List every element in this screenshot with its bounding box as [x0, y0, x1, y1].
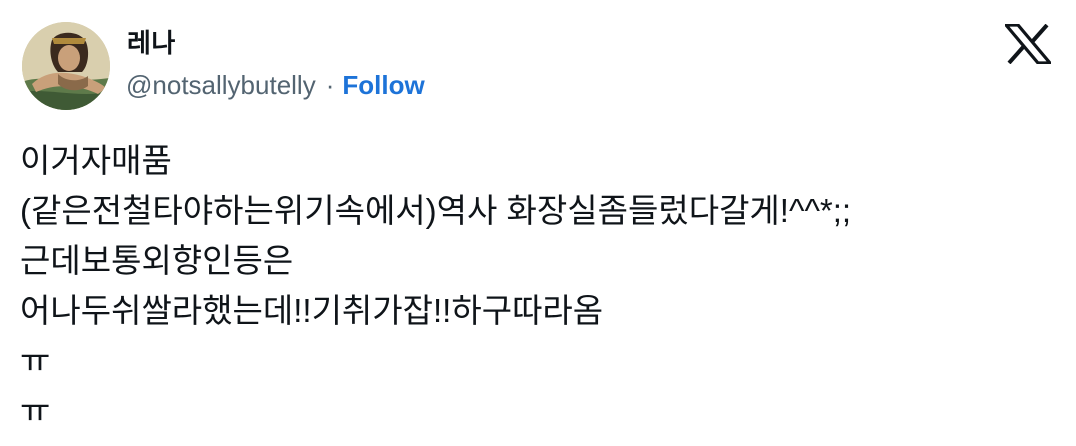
tweet-line: ㅠ	[20, 392, 51, 429]
follow-button[interactable]: Follow	[342, 68, 424, 102]
tweet-line: ㅠ	[20, 342, 51, 379]
separator-dot: ·	[325, 70, 335, 100]
tweet-text: 이거자매품 (같은전철타야하는위기속에서)역사 화장실좀들렀다갈게!^^*;; …	[20, 136, 1060, 436]
handle[interactable]: @notsallybutelly	[126, 68, 316, 102]
handle-row: @notsallybutelly · Follow	[126, 68, 425, 102]
avatar[interactable]	[22, 22, 110, 110]
display-name[interactable]: 레나	[127, 27, 176, 59]
x-logo-icon[interactable]	[1002, 23, 1054, 65]
tweet-line: 이거자매품	[20, 142, 172, 179]
avatar-illustration	[22, 22, 110, 110]
tweet-line: 어나두쉬쌀라했는데!!기취가잡!!하구따라옴	[20, 292, 604, 329]
tweet-line: (같은전철타야하는위기속에서)역사 화장실좀들렀다갈게!^^*;;	[20, 192, 852, 229]
tweet-line: 근데보통외향인등은	[20, 242, 294, 279]
tweet-card: 레나 @notsallybutelly · Follow 이거자매품 (같은전철…	[0, 0, 1076, 446]
